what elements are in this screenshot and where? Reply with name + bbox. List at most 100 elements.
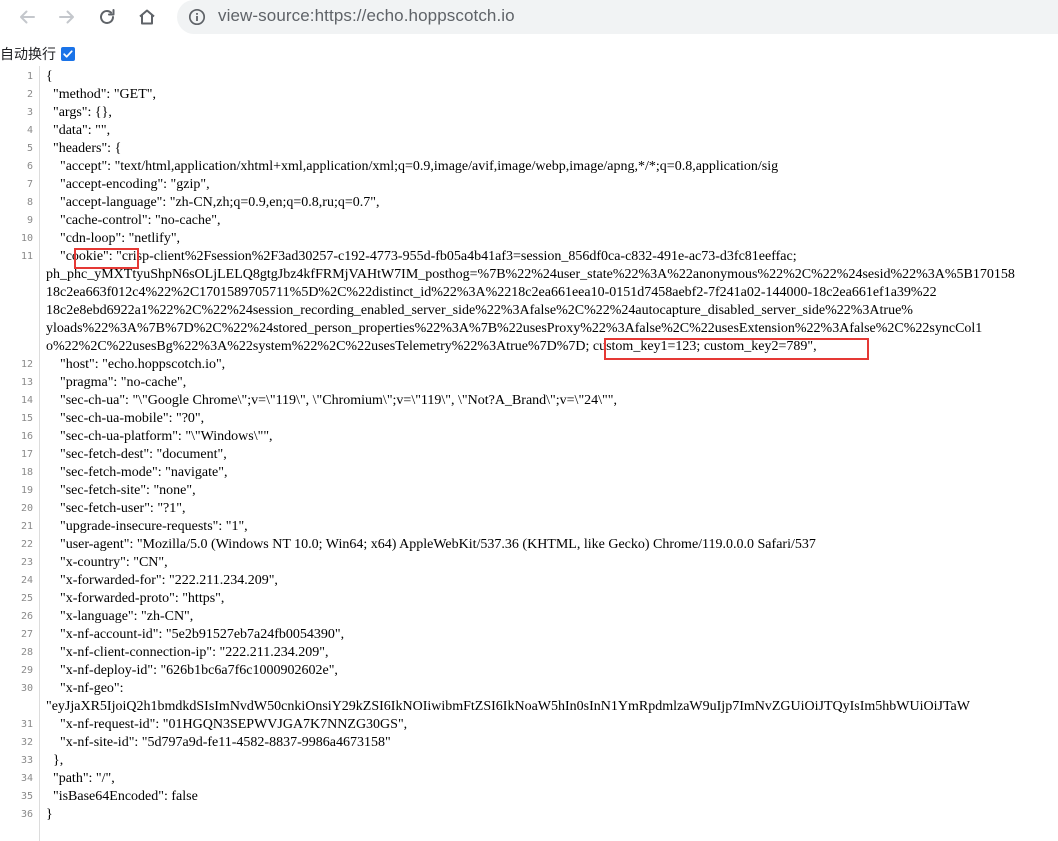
source-line: "eyJjaXR5IjoiQ2h1bmdkdSIsImNvdW50cnkiOns… [0, 698, 1058, 716]
source-line: 10 "cdn-loop": "netlify", [0, 230, 1058, 248]
line-text: "host": "echo.hoppscotch.io", [46, 357, 226, 372]
line-number: 12 [20, 359, 33, 370]
line-text: "x-nf-client-connection-ip": "222.211.23… [46, 645, 329, 660]
line-number: 26 [20, 611, 33, 622]
line-text: "data": "", [46, 123, 111, 138]
line-text: "headers": { [46, 141, 122, 156]
source-line: 24 "x-forwarded-for": "222.211.234.209", [0, 572, 1058, 590]
forward-button[interactable] [54, 4, 80, 30]
line-wrap-label[interactable]: 自动换行 [0, 44, 56, 64]
arrow-right-icon [59, 10, 74, 24]
info-icon[interactable] [188, 8, 206, 26]
source-line: 22 "user-agent": "Mozilla/5.0 (Windows N… [0, 536, 1058, 554]
source-line: 14 "sec-ch-ua": "\"Google Chrome\";v=\"1… [0, 392, 1058, 410]
source-line: 18c2e8ebd6922a1%22%2C%22%24session_recor… [0, 302, 1058, 320]
source-line: 31 "x-nf-request-id": "01HGQN3SEPWVJGA7K… [0, 716, 1058, 734]
line-text: "x-nf-request-id": "01HGQN3SEPWVJGA7K7NN… [46, 717, 408, 732]
source-line: 32 "x-nf-site-id": "5d797a9d-fe11-4582-8… [0, 734, 1058, 752]
source-line: 6 "accept": "text/html,application/xhtml… [0, 158, 1058, 176]
line-text: ph_phc_yMXTtyuShpN6sOLjLELQ8gtgJbz4kfFRM… [46, 267, 1015, 282]
source-line: 3 "args": {}, [0, 104, 1058, 122]
source-line: 12 "host": "echo.hoppscotch.io", [0, 356, 1058, 374]
source-line: 23 "x-country": "CN", [0, 554, 1058, 572]
source-line: 29 "x-nf-deploy-id": "626b1bc6a7f6c10009… [0, 662, 1058, 680]
line-number: 1 [26, 71, 33, 82]
line-number: 33 [20, 755, 33, 766]
line-number: 34 [20, 773, 33, 784]
line-number: 23 [20, 557, 33, 568]
line-number: 30 [20, 683, 33, 694]
source-line: 5 "headers": { [0, 140, 1058, 158]
line-number: 13 [20, 377, 33, 388]
line-text: "x-nf-site-id": "5d797a9d-fe11-4582-8837… [46, 735, 391, 750]
checkmark-icon [63, 50, 73, 58]
line-text: "sec-fetch-dest": "document", [46, 447, 227, 462]
line-number: 18 [20, 467, 33, 478]
source-line: 11 "cookie": "crisp-client%2Fsession%2F3… [0, 248, 1058, 266]
source-line: ph_phc_yMXTtyuShpN6sOLjLELQ8gtgJbz4kfFRM… [0, 266, 1058, 284]
source-line: 21 "upgrade-insecure-requests": "1", [0, 518, 1058, 536]
reload-icon [100, 9, 115, 24]
address-bar[interactable]: view-source:https://echo.hoppscotch.io [177, 0, 1058, 34]
line-text: 18c2e8ebd6922a1%22%2C%22%24session_recor… [46, 303, 913, 318]
line-number: 31 [20, 719, 33, 730]
line-text: "args": {}, [46, 105, 112, 120]
line-text: "accept-language": "zh-CN,zh;q=0.9,en;q=… [46, 195, 380, 210]
line-number: 21 [20, 521, 33, 532]
line-text: yloads%22%3A%7B%7D%2C%22%24stored_person… [46, 321, 983, 336]
line-text: "sec-fetch-mode": "navigate", [46, 465, 228, 480]
line-text: "accept": "text/html,application/xhtml+x… [46, 159, 779, 174]
source-line: 16 "sec-ch-ua-platform": "\"Windows\"", [0, 428, 1058, 446]
source-line: 25 "x-forwarded-proto": "https", [0, 590, 1058, 608]
line-text: "x-forwarded-for": "222.211.234.209", [46, 573, 278, 588]
line-number: 9 [26, 215, 33, 226]
source-line: 1{ [0, 68, 1058, 86]
line-number: 3 [26, 107, 33, 118]
line-text: "sec-ch-ua": "\"Google Chrome\";v=\"119\… [46, 393, 617, 408]
arrow-left-icon [20, 10, 35, 24]
browser-toolbar: view-source:https://echo.hoppscotch.io [0, 0, 1058, 35]
line-text: }, [46, 753, 64, 768]
source-line: 15 "sec-ch-ua-mobile": "?0", [0, 410, 1058, 428]
line-number: 32 [20, 737, 33, 748]
home-button[interactable] [134, 4, 160, 30]
source-line: 26 "x-language": "zh-CN", [0, 608, 1058, 626]
line-text: "x-country": "CN", [46, 555, 168, 570]
line-text: "x-forwarded-proto": "https", [46, 591, 225, 606]
source-line: 34 "path": "/", [0, 770, 1058, 788]
source-line: 17 "sec-fetch-dest": "document", [0, 446, 1058, 464]
line-number: 35 [20, 791, 33, 802]
source-line: 4 "data": "", [0, 122, 1058, 140]
source-line: 2 "method": "GET", [0, 86, 1058, 104]
line-text: "x-nf-deploy-id": "626b1bc6a7f6c10009026… [46, 663, 338, 678]
line-text: "path": "/", [46, 771, 115, 786]
line-number: 14 [20, 395, 33, 406]
source-line: 19 "sec-fetch-site": "none", [0, 482, 1058, 500]
line-number: 8 [26, 197, 33, 208]
line-text: "user-agent": "Mozilla/5.0 (Windows NT 1… [46, 537, 816, 552]
source-line: 27 "x-nf-account-id": "5e2b91527eb7a24fb… [0, 626, 1058, 644]
line-number: 10 [20, 233, 33, 244]
source-line: yloads%22%3A%7B%7D%2C%22%24stored_person… [0, 320, 1058, 338]
reload-button[interactable] [94, 4, 120, 30]
line-number: 22 [20, 539, 33, 550]
source-line: 18c2ea663f012c4%22%2C1701589705711%5D%2C… [0, 284, 1058, 302]
line-text: "cache-control": "no-cache", [46, 213, 221, 228]
line-number: 15 [20, 413, 33, 424]
line-wrap-checkbox[interactable] [61, 47, 75, 61]
url-text[interactable]: view-source:https://echo.hoppscotch.io [218, 6, 515, 26]
line-number: 36 [20, 809, 33, 820]
line-number: 11 [20, 251, 33, 262]
back-button[interactable] [14, 4, 40, 30]
line-number: 24 [20, 575, 33, 586]
line-number: 20 [20, 503, 33, 514]
source-line: 18 "sec-fetch-mode": "navigate", [0, 464, 1058, 482]
line-text: "eyJjaXR5IjoiQ2h1bmdkdSIsImNvdW50cnkiOns… [46, 699, 970, 714]
line-text: "cdn-loop": "netlify", [46, 231, 181, 246]
line-text: } [46, 807, 53, 822]
line-text: "isBase64Encoded": false [46, 789, 198, 804]
line-number: 4 [26, 125, 33, 136]
source-line: 30 "x-nf-geo": [0, 680, 1058, 698]
line-text: "x-nf-account-id": "5e2b91527eb7a24fb005… [46, 627, 345, 642]
line-text: "method": "GET", [46, 87, 156, 102]
